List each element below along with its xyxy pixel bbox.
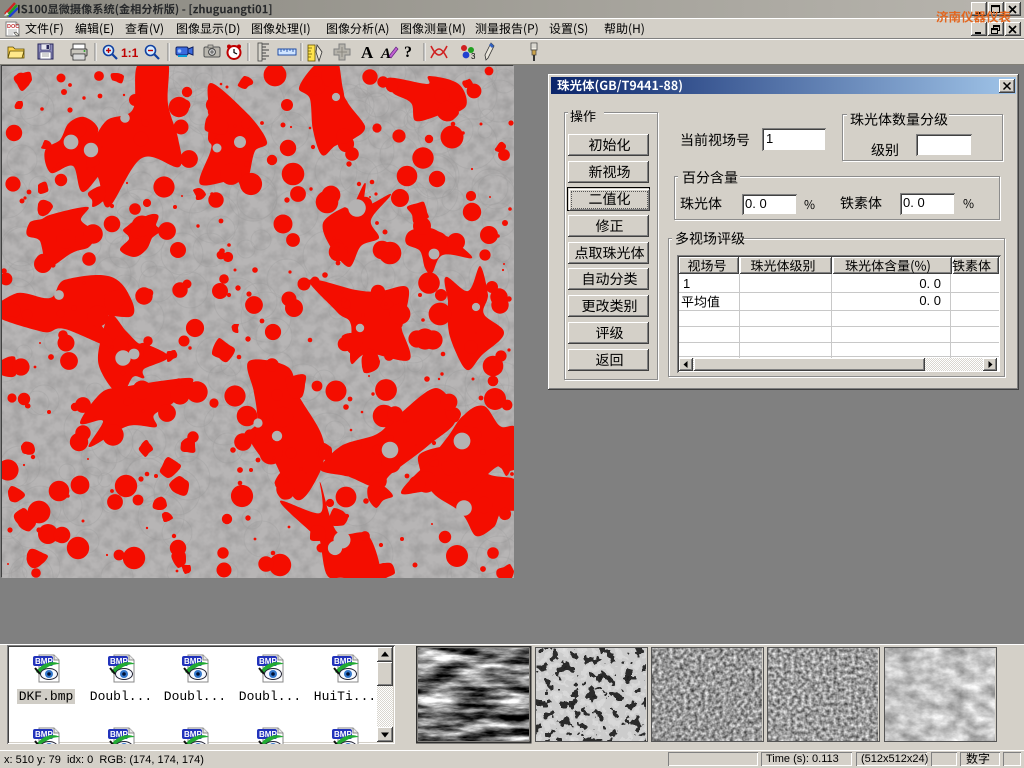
svg-text:1:1: 1:1 [121,46,139,60]
svg-text:A: A [361,43,374,62]
svg-text:A: A [380,46,391,62]
svg-text:?: ? [404,44,412,61]
svg-text:DOC: DOC [7,24,19,30]
svg-text:3: 3 [471,52,476,61]
